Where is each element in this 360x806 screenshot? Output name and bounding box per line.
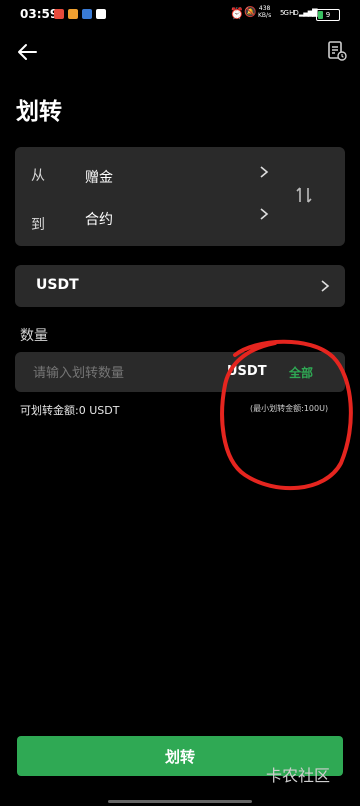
available-amount: 可划转金额:0 USDT bbox=[20, 404, 120, 417]
signal-sim1-icon: 5G HD ▂▄▆█ bbox=[280, 9, 318, 17]
status-bar: 03:59 ⏰ 🔕 438 KB/s 5G HD ▂▄▆█ 9 bbox=[0, 0, 360, 28]
chevron-right-icon bbox=[259, 207, 269, 225]
home-indicator[interactable] bbox=[108, 800, 252, 803]
net-speed: 438 KB/s bbox=[258, 5, 272, 19]
chevron-right-icon bbox=[259, 165, 269, 183]
to-account-value: 合约 bbox=[85, 212, 113, 228]
amount-label: 数量 bbox=[20, 328, 48, 344]
battery-icon: 9 bbox=[316, 9, 340, 21]
chevron-right-icon bbox=[320, 278, 330, 297]
from-account-selector[interactable]: 赠金 bbox=[85, 159, 285, 189]
amount-input[interactable] bbox=[31, 359, 215, 387]
status-time: 03:59 bbox=[20, 7, 59, 21]
mute-icon: 🔕 bbox=[244, 7, 257, 18]
to-label: 到 bbox=[31, 217, 45, 233]
swap-vertical-icon bbox=[296, 187, 312, 203]
records-button[interactable] bbox=[326, 40, 348, 62]
red-circle-annotation bbox=[220, 339, 353, 491]
to-account-selector[interactable]: 合约 bbox=[85, 201, 285, 231]
alarm-icon: ⏰ bbox=[230, 7, 244, 20]
watermark-text: 卡农社区 bbox=[266, 766, 331, 785]
app-notification-icon bbox=[96, 9, 106, 19]
page-title: 划转 bbox=[16, 99, 62, 125]
transfer-direction-card: 从 赠金 到 合约 bbox=[15, 147, 345, 246]
coin-selector[interactable]: USDT bbox=[15, 265, 345, 307]
app-notification-icon bbox=[54, 9, 64, 19]
from-account-value: 赠金 bbox=[85, 170, 113, 186]
arrow-left-icon bbox=[18, 44, 37, 60]
from-label: 从 bbox=[31, 168, 45, 184]
back-button[interactable] bbox=[16, 40, 40, 64]
record-clock-icon bbox=[328, 41, 347, 61]
swap-button[interactable] bbox=[293, 184, 315, 206]
app-notification-icon bbox=[68, 9, 78, 19]
app-notification-icon bbox=[82, 9, 92, 19]
coin-value: USDT bbox=[36, 277, 79, 293]
